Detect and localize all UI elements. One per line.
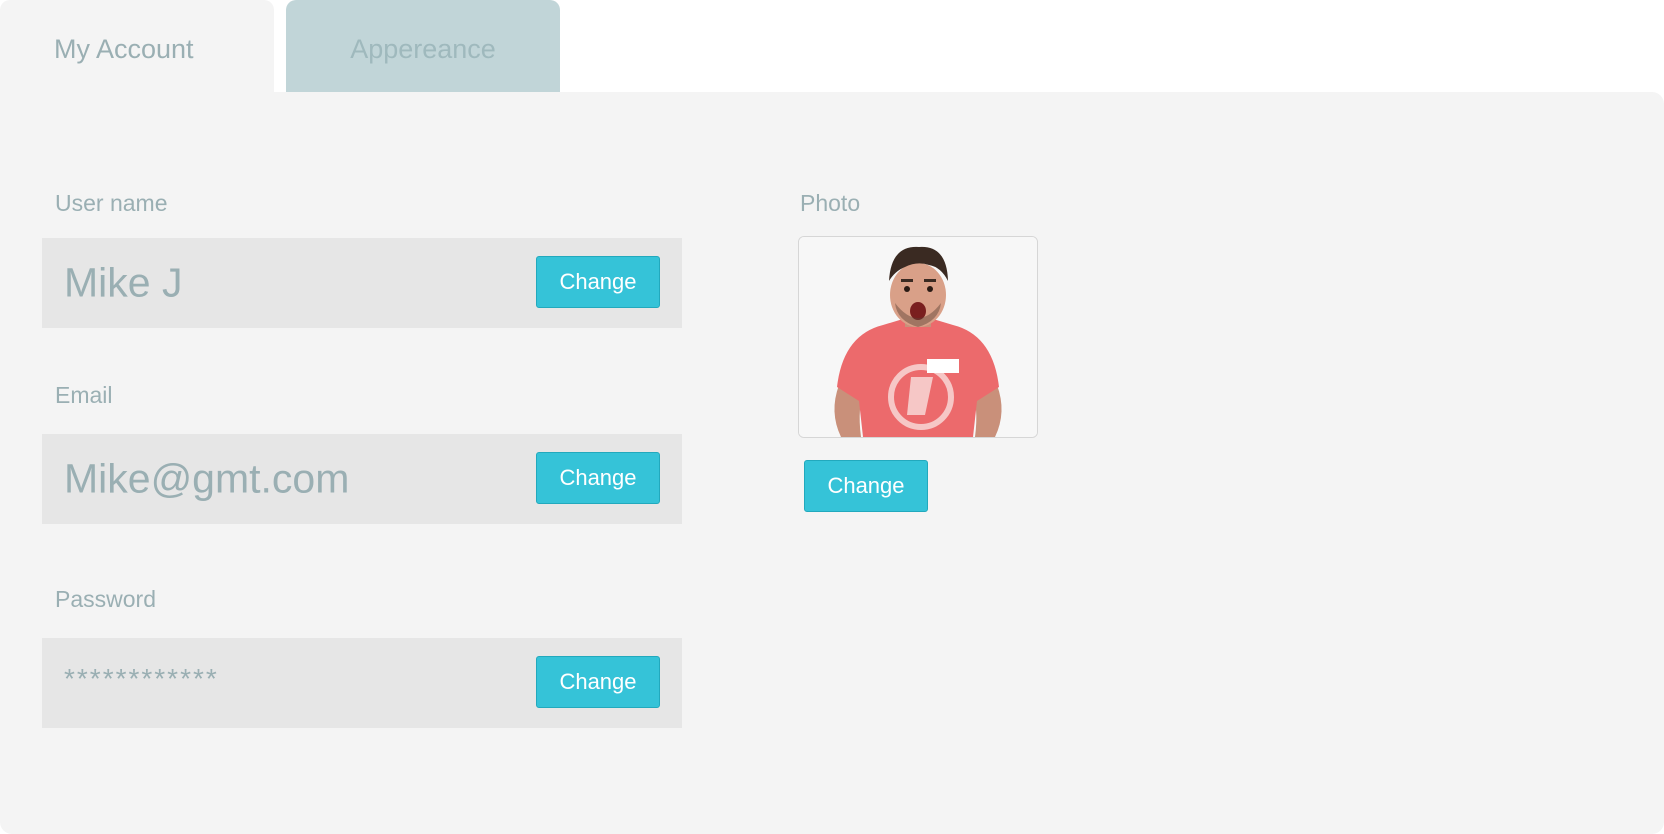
tab-my-account-label: My Account — [54, 34, 194, 64]
change-email-button[interactable]: Change — [536, 452, 660, 504]
profile-photo — [798, 236, 1038, 438]
password-field: ************ Change — [42, 638, 682, 728]
username-label: User name — [55, 190, 168, 216]
password-label: Password — [55, 586, 156, 612]
email-field: Mike@gmt.com Change — [42, 434, 682, 524]
password-value: ************ — [64, 663, 219, 695]
tab-appereance[interactable]: Appereance — [286, 0, 560, 92]
tab-my-account[interactable]: My Account — [0, 0, 274, 92]
tab-appereance-label: Appereance — [350, 34, 496, 64]
change-password-button[interactable]: Change — [536, 656, 660, 708]
avatar — [799, 237, 1037, 437]
change-username-button[interactable]: Change — [536, 256, 660, 308]
settings-panel: User name Mike J Change Email Mike@gmt.c… — [0, 92, 1664, 834]
account-settings-page: My Account Appereance User name Mike J C… — [0, 0, 1664, 834]
email-label: Email — [55, 382, 113, 408]
photo-label: Photo — [800, 190, 861, 216]
change-photo-button[interactable]: Change — [804, 460, 928, 512]
username-value: Mike J — [64, 259, 183, 306]
username-field: Mike J Change — [42, 238, 682, 328]
email-value: Mike@gmt.com — [64, 455, 350, 502]
